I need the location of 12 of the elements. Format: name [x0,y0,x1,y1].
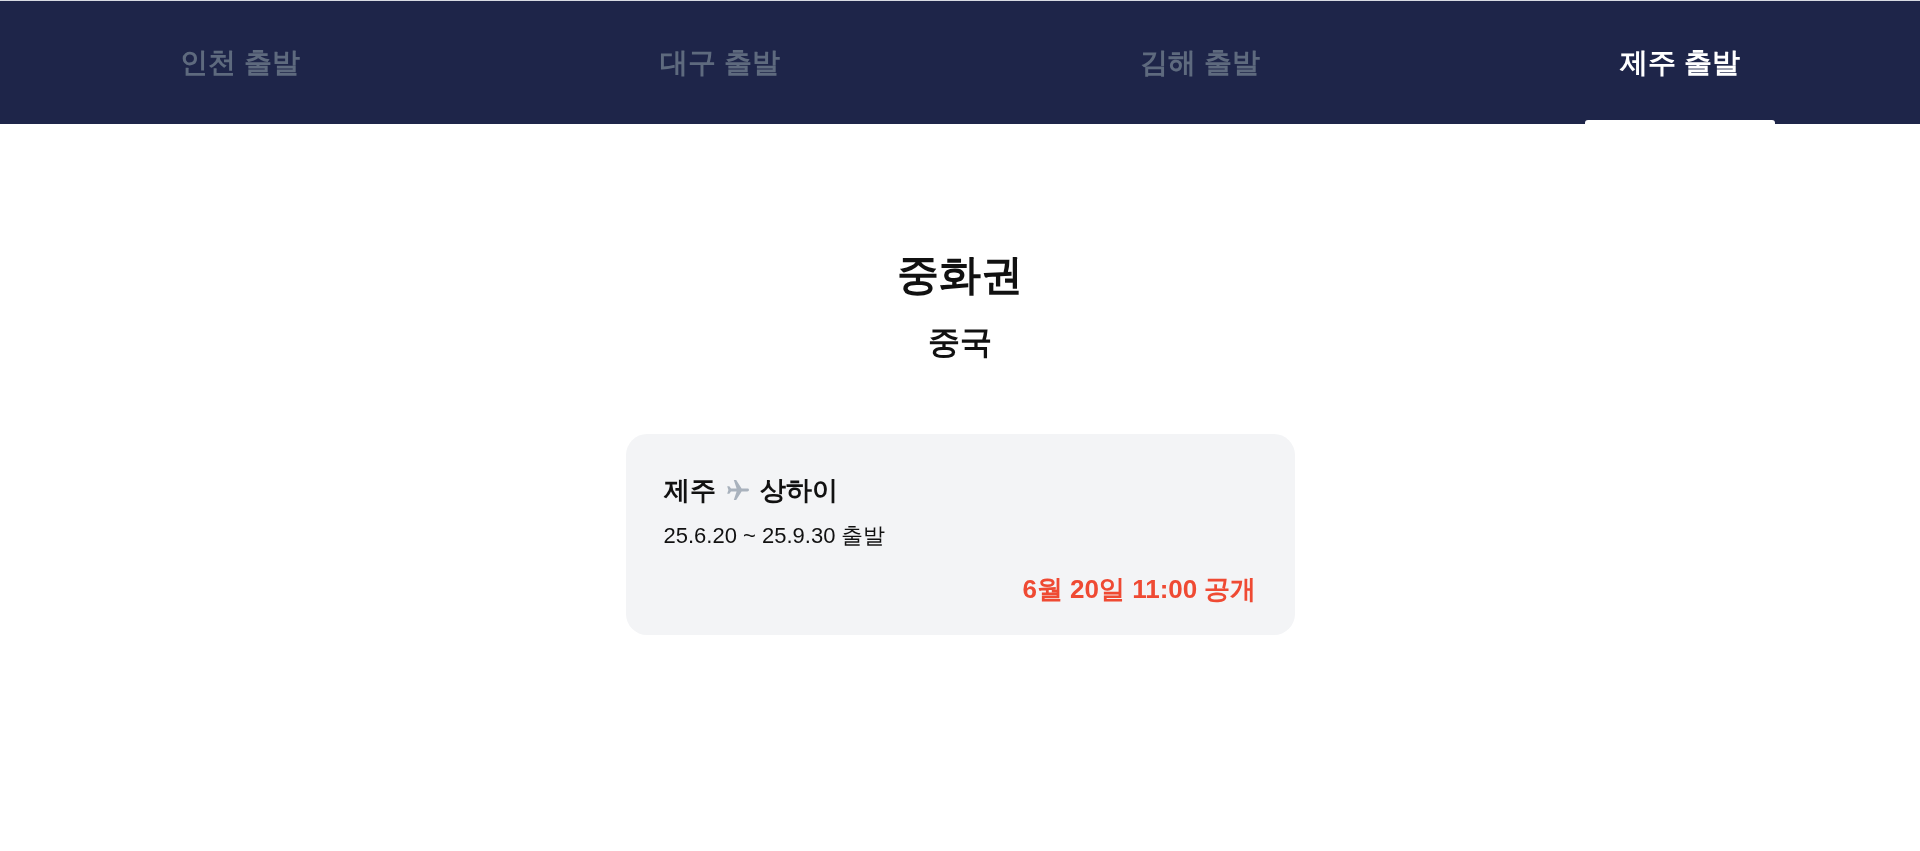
origin-city: 제주 [663,474,716,507]
departure-period: 25.6.20 ~ 25.9.30 출발 [663,522,887,550]
tab[interactable]: 김해 출발 [960,1,1440,124]
country-subtitle: 중국 [928,323,992,362]
region-title: 중화권 [897,250,1023,300]
flight-card[interactable]: 제주 상하이 25.6.20 ~ 25.9.30 출발 6월 20일 11:00 공개 [625,434,1295,635]
tab[interactable]: 제주 출발 [1440,1,1920,124]
tab[interactable]: 대구 출발 [480,1,960,124]
tab[interactable]: 인천 출발 [0,1,480,124]
release-time: 6월 20일 11:00 공개 [1022,573,1257,606]
destination-city: 상하이 [759,474,838,507]
airplane-icon [725,478,750,502]
